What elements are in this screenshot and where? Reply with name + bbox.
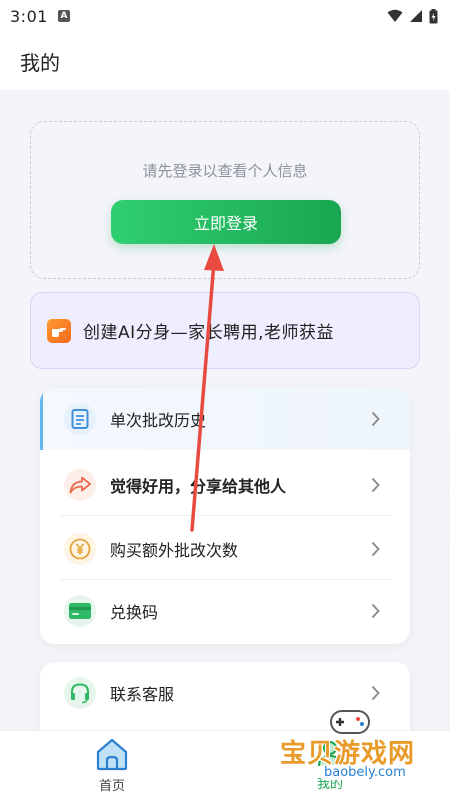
yuan-coin-icon bbox=[64, 533, 96, 565]
chevron-right-icon bbox=[371, 477, 380, 493]
main-content: 请先登录以查看个人信息 立即登录 创建AI分身—家长聘用,老师获益 单次批改历史 bbox=[0, 90, 450, 730]
menu-item-buy-extra[interactable]: 购买额外批改次数 bbox=[40, 518, 410, 580]
status-time: 3:01 bbox=[10, 6, 48, 26]
menu-item-label: 兑换码 bbox=[110, 603, 159, 622]
chevron-right-icon bbox=[371, 685, 380, 701]
card-icon bbox=[64, 595, 96, 627]
share-icon bbox=[64, 469, 96, 501]
signal-icon bbox=[410, 10, 422, 22]
page-title: 我的 bbox=[20, 50, 60, 75]
app-notification-icon: A bbox=[57, 10, 70, 22]
chevron-right-icon bbox=[371, 411, 380, 427]
menu-item-share[interactable]: 觉得好用，分享给其他人 bbox=[40, 454, 410, 516]
menu-item-batch-history[interactable]: 单次批改历史 bbox=[40, 388, 410, 450]
menu-item-label: 觉得好用，分享给其他人 bbox=[110, 477, 287, 496]
battery-icon bbox=[429, 8, 438, 23]
menu-item-label: 单次批改历史 bbox=[110, 411, 207, 430]
home-icon bbox=[96, 738, 128, 771]
watermark: 宝贝游戏网 baobely.com bbox=[270, 705, 450, 800]
divider bbox=[60, 515, 390, 516]
headset-icon bbox=[64, 677, 96, 709]
chevron-right-icon bbox=[371, 603, 380, 619]
header: 我的 bbox=[0, 32, 450, 90]
wifi-icon bbox=[387, 9, 403, 22]
document-icon bbox=[64, 403, 96, 435]
login-card: 请先登录以查看个人信息 立即登录 bbox=[30, 121, 420, 279]
promo-text: 创建AI分身—家长聘用,老师获益 bbox=[83, 323, 335, 343]
watermark-domain: baobely.com bbox=[320, 765, 410, 780]
menu-item-label: 购买额外批改次数 bbox=[110, 541, 239, 560]
chevron-right-icon bbox=[371, 541, 380, 557]
login-button[interactable]: 立即登录 bbox=[111, 200, 341, 244]
login-hint: 请先登录以查看个人信息 bbox=[142, 162, 308, 180]
nav-home-label: 首页 bbox=[98, 779, 125, 794]
pointing-hand-icon bbox=[47, 318, 71, 343]
menu-item-redeem-code[interactable]: 兑换码 bbox=[40, 580, 410, 642]
promo-banner[interactable]: 创建AI分身—家长聘用,老师获益 bbox=[30, 292, 420, 369]
menu-card: 单次批改历史 觉得好用，分享给其他人 购买额外批改次数 兑换码 bbox=[40, 388, 410, 644]
menu-item-label: 联系客服 bbox=[110, 685, 175, 704]
nav-tab-home[interactable]: 首页 bbox=[82, 737, 142, 797]
status-icons bbox=[387, 8, 438, 24]
status-bar: 3:01 A bbox=[0, 0, 450, 32]
